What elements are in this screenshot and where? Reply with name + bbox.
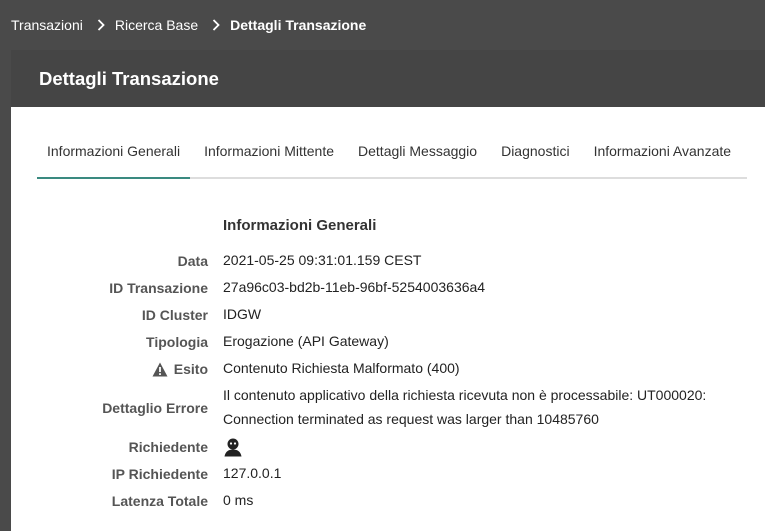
field-value-multiline: Il contenuto applicativo della richiesta…: [223, 383, 706, 431]
field-value: Erogazione (API Gateway): [223, 333, 389, 349]
breadcrumb: Transazioni Ricerca Base Dettagli Transa…: [11, 0, 366, 50]
tab-dettagli-messaggio[interactable]: Dettagli Messaggio: [348, 143, 487, 177]
tab-diagnostici[interactable]: Diagnostici: [491, 143, 579, 177]
error-line-1: Il contenuto applicativo della richiesta…: [223, 387, 707, 403]
field-label: Latenza Totale: [111, 493, 208, 509]
details-panel: Dettagli Transazione Informazioni Genera…: [11, 50, 765, 531]
field-label: Esito: [173, 361, 208, 377]
field-value: 2021-05-25 09:31:01.159 CEST: [223, 252, 422, 268]
chevron-right-icon: [212, 19, 220, 31]
field-label: Richiedente: [128, 439, 208, 455]
field-label: IP Richiedente: [111, 466, 208, 482]
field-value: IDGW: [223, 306, 262, 322]
tab-informazioni-mittente[interactable]: Informazioni Mittente: [194, 143, 344, 177]
panel-title: Dettagli Transazione: [11, 50, 765, 107]
field-label: ID Transazione: [109, 280, 208, 296]
section-title: Informazioni Generali: [223, 217, 377, 234]
panel-body: Informazioni Generali Informazioni Mitte…: [11, 107, 765, 531]
field-value: 127.0.0.1: [223, 465, 282, 481]
tab-informazioni-generali[interactable]: Informazioni Generali: [37, 143, 191, 179]
tab-bar: Informazioni Generali Informazioni Mitte…: [37, 143, 747, 179]
field-value: Contenuto Richiesta Malformato (400): [223, 360, 460, 376]
field-value: 0 ms: [223, 492, 254, 508]
chevron-right-icon: [97, 19, 105, 31]
anonymous-user-icon: [223, 437, 243, 464]
field-label: Tipologia: [146, 334, 208, 350]
field-label: ID Cluster: [141, 307, 208, 323]
field-label: Dettaglio Errore: [102, 400, 208, 416]
breadcrumb-ricerca-base[interactable]: Ricerca Base: [115, 17, 198, 33]
breadcrumb-transazioni[interactable]: Transazioni: [11, 17, 83, 33]
field-value: 27a96c03-bd2b-11eb-96bf-5254003636a4: [223, 279, 486, 295]
tab-informazioni-avanzate[interactable]: Informazioni Avanzate: [584, 143, 742, 177]
breadcrumb-dettagli-transazione: Dettagli Transazione: [230, 17, 367, 33]
error-line-2: Connection terminated as request was lar…: [223, 411, 599, 427]
warning-icon: [152, 362, 168, 377]
field-label-esito: Esito: [152, 361, 208, 377]
field-label: Data: [177, 253, 208, 269]
